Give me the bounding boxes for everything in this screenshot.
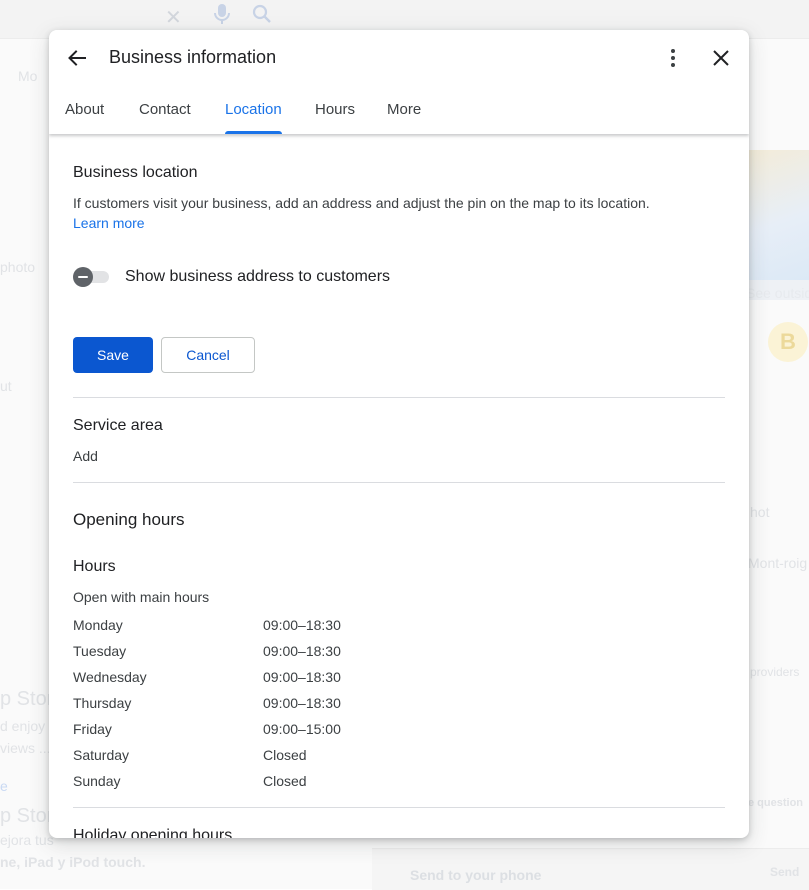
- time-value: Closed: [263, 773, 307, 789]
- tab-more[interactable]: More: [387, 92, 421, 134]
- save-button[interactable]: Save: [73, 337, 153, 373]
- bg-text: Send: [770, 865, 800, 879]
- business-location-title: Business location: [73, 164, 198, 181]
- hours-subtitle: Hours: [73, 558, 116, 575]
- tab-bar: About Contact Location Hours More: [49, 92, 749, 134]
- more-options-button[interactable]: [653, 38, 693, 78]
- tab-location[interactable]: Location: [225, 92, 282, 134]
- holiday-hours-title: Holiday opening hours: [73, 827, 233, 838]
- service-area-title: Service area: [73, 417, 163, 434]
- microphone-icon: [214, 3, 230, 31]
- close-icon: [713, 50, 729, 66]
- bg-logo: B: [768, 322, 808, 362]
- time-value: Closed: [263, 747, 307, 763]
- hours-row-wednesday: Wednesday 09:00–18:30: [73, 669, 473, 689]
- day-label: Thursday: [73, 695, 132, 711]
- bg-text: ne, iPad y iPod touch.: [0, 854, 146, 870]
- time-value: 09:00–18:30: [263, 643, 341, 659]
- business-information-dialog: Business information About Contact Locat…: [49, 30, 749, 838]
- bg-text: e question: [748, 797, 804, 809]
- arrow-back-icon: [68, 50, 86, 66]
- cancel-button[interactable]: Cancel: [161, 337, 255, 373]
- clear-icon: ✕: [165, 7, 182, 29]
- tab-contact[interactable]: Contact: [139, 92, 191, 134]
- show-address-toggle[interactable]: [73, 267, 109, 287]
- bg-send-bar: Send to your phone Send: [372, 848, 809, 890]
- learn-more-link[interactable]: Learn more: [73, 215, 145, 231]
- time-value: 09:00–18:30: [263, 695, 341, 711]
- time-value: 09:00–18:30: [263, 669, 341, 685]
- bg-text: hot: [750, 504, 770, 520]
- more-vert-icon: [671, 49, 675, 67]
- dialog-header: Business information About Contact Locat…: [49, 30, 749, 134]
- day-label: Saturday: [73, 747, 130, 763]
- bg-text: Mont-roig: [748, 555, 808, 571]
- hours-row-monday: Monday 09:00–18:30: [73, 617, 473, 637]
- divider: [73, 482, 725, 483]
- bg-text: ejora tus: [0, 832, 54, 848]
- divider: [73, 397, 725, 398]
- service-area-add-link[interactable]: Add: [73, 448, 98, 464]
- hours-status: Open with main hours: [73, 589, 210, 605]
- search-icon: [252, 4, 272, 30]
- tab-location-label: Location: [225, 101, 282, 118]
- hours-row-friday: Friday 09:00–15:00: [73, 721, 473, 741]
- bg-text: views ...: [0, 740, 51, 756]
- dialog-title: Business information: [109, 47, 277, 67]
- bg-text: Send to your phone: [410, 867, 542, 883]
- back-button[interactable]: [57, 38, 97, 78]
- day-label: Monday: [73, 617, 123, 633]
- bg-photo: [748, 150, 809, 280]
- bg-text: e: [0, 778, 8, 794]
- close-button[interactable]: [701, 38, 741, 78]
- bg-text: photo: [0, 259, 36, 275]
- tab-hours[interactable]: Hours: [315, 92, 355, 134]
- time-value: 09:00–15:00: [263, 721, 341, 737]
- hours-row-tuesday: Tuesday 09:00–18:30: [73, 643, 473, 663]
- bg-text: p Stor: [0, 688, 54, 710]
- opening-hours-title: Opening hours: [73, 510, 185, 529]
- day-label: Tuesday: [73, 643, 127, 659]
- business-location-description: If customers visit your business, add an…: [73, 195, 650, 211]
- day-label: Friday: [73, 721, 112, 737]
- hours-row-sunday: Sunday Closed: [73, 773, 473, 793]
- bg-text: See outsid: [746, 285, 809, 301]
- bg-text: ut: [0, 378, 12, 394]
- divider: [73, 807, 725, 808]
- dialog-body: Business location If customers visit you…: [49, 134, 749, 838]
- bg-text: p Stor: [0, 805, 54, 827]
- active-tab-indicator: [225, 131, 282, 134]
- bg-text: d enjoy: [0, 718, 46, 734]
- tab-about[interactable]: About: [65, 92, 104, 134]
- show-address-label: Show business address to customers: [125, 268, 391, 285]
- hours-row-saturday: Saturday Closed: [73, 747, 473, 767]
- time-value: 09:00–18:30: [263, 617, 341, 633]
- bg-text: Mo: [18, 68, 38, 84]
- day-label: Sunday: [73, 773, 121, 789]
- day-label: Wednesday: [73, 669, 147, 685]
- toggle-off-icon: [73, 267, 93, 287]
- hours-row-thursday: Thursday 09:00–18:30: [73, 695, 473, 715]
- bg-text: providers: [750, 665, 800, 679]
